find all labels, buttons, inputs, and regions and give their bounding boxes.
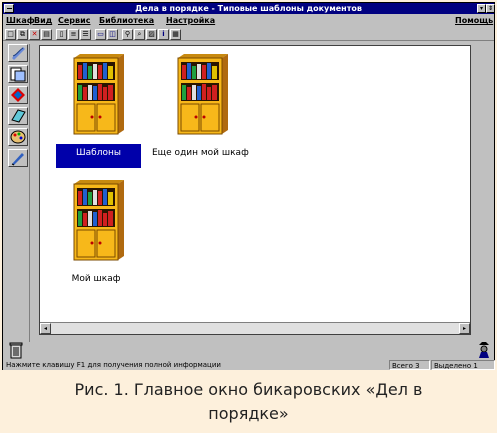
trash-icon[interactable] bbox=[7, 341, 25, 359]
quill-icon[interactable] bbox=[8, 44, 28, 62]
cabinet-area: Шаблоны Еще один мой шкаф Мой шкаф ◂ ▸ bbox=[39, 45, 471, 335]
cabinet-item[interactable]: Еще один мой шкаф bbox=[150, 54, 250, 159]
cabinet-icon bbox=[73, 180, 124, 261]
cabinet-icon bbox=[177, 54, 228, 135]
scroll-left-button[interactable]: ◂ bbox=[40, 323, 51, 334]
papers-icon[interactable] bbox=[8, 65, 28, 83]
image-icon[interactable]: ▨ bbox=[146, 29, 157, 40]
system-menu-button[interactable] bbox=[4, 4, 14, 13]
app-window: Дела в порядке - Типовые шаблоны докумен… bbox=[2, 2, 495, 370]
menu-biblioteka[interactable]: Библиотека bbox=[99, 15, 154, 27]
menu-nastroyka[interactable]: Настройка bbox=[166, 15, 215, 27]
title-bar: Дела в порядке - Типовые шаблоны докумен… bbox=[3, 3, 495, 14]
find-icon[interactable]: ⚲ bbox=[122, 29, 133, 40]
cabinet-label: Шаблоны bbox=[56, 144, 141, 168]
copy-icon[interactable]: ⧉ bbox=[17, 29, 28, 40]
toolbar: □ ⧉ ✕ ▤ ▯ ≡ ☰ ▭ ◫ ⚲ ⌕ ▨ i ▦ bbox=[3, 28, 494, 41]
palette-icon[interactable] bbox=[8, 128, 28, 146]
scroll-right-button[interactable]: ▸ bbox=[459, 323, 470, 334]
status-bar: Нажмите клавишу F1 для получения полной … bbox=[3, 360, 495, 370]
left-toolbar bbox=[5, 44, 30, 342]
doc-icon[interactable]: ▯ bbox=[56, 29, 67, 40]
window-icon[interactable]: ▭ bbox=[95, 29, 106, 40]
zoom-icon[interactable]: ⌕ bbox=[134, 29, 145, 40]
minimize-button[interactable]: ▾ bbox=[477, 4, 486, 13]
notebook-icon[interactable] bbox=[8, 107, 28, 125]
new-icon[interactable]: □ bbox=[5, 29, 16, 40]
arrows-icon[interactable] bbox=[8, 86, 28, 104]
figure-caption: Рис. 1. Главное окно бикаровских «Дел в … bbox=[0, 372, 497, 432]
tree2-icon[interactable]: ☰ bbox=[80, 29, 91, 40]
status-total: Всего 3 bbox=[389, 360, 430, 370]
menu-help[interactable]: Помощь bbox=[455, 15, 493, 27]
caption-line-2: порядке» bbox=[208, 404, 289, 423]
grid-icon[interactable]: ▦ bbox=[170, 29, 181, 40]
window-title: Дела в порядке - Типовые шаблоны докумен… bbox=[135, 4, 362, 13]
menu-bar: Шкаф Вид Сервис Библиотека Настройка Пом… bbox=[3, 15, 494, 27]
status-hint: Нажмите клавишу F1 для получения полной … bbox=[6, 361, 221, 369]
bottom-tool-row bbox=[3, 340, 494, 360]
caption-line-1: Рис. 1. Главное окно бикаровских «Дел в bbox=[74, 380, 423, 399]
status-selected: Выделено 1 bbox=[431, 360, 495, 370]
properties-icon[interactable]: ▤ bbox=[41, 29, 52, 40]
window2-icon[interactable]: ◫ bbox=[107, 29, 118, 40]
menu-vid[interactable]: Вид bbox=[34, 15, 52, 27]
tree-icon[interactable]: ≡ bbox=[68, 29, 79, 40]
cabinet-icon bbox=[73, 54, 124, 135]
menu-shkaf[interactable]: Шкаф bbox=[6, 15, 35, 27]
cabinet-item[interactable]: Шаблоны bbox=[56, 54, 141, 168]
maximize-button[interactable]: ⇕ bbox=[486, 4, 495, 13]
agent-icon[interactable] bbox=[475, 341, 493, 359]
cabinet-label: Мой шкаф bbox=[71, 274, 121, 284]
horizontal-scrollbar[interactable]: ◂ ▸ bbox=[40, 322, 470, 334]
pen-icon[interactable] bbox=[8, 149, 28, 167]
cabinet-item[interactable]: Мой шкаф bbox=[56, 180, 136, 285]
menu-servis[interactable]: Сервис bbox=[58, 15, 90, 27]
cabinet-label: Еще один мой шкаф bbox=[152, 148, 249, 158]
info-icon[interactable]: i bbox=[158, 29, 169, 40]
delete-icon[interactable]: ✕ bbox=[29, 29, 40, 40]
